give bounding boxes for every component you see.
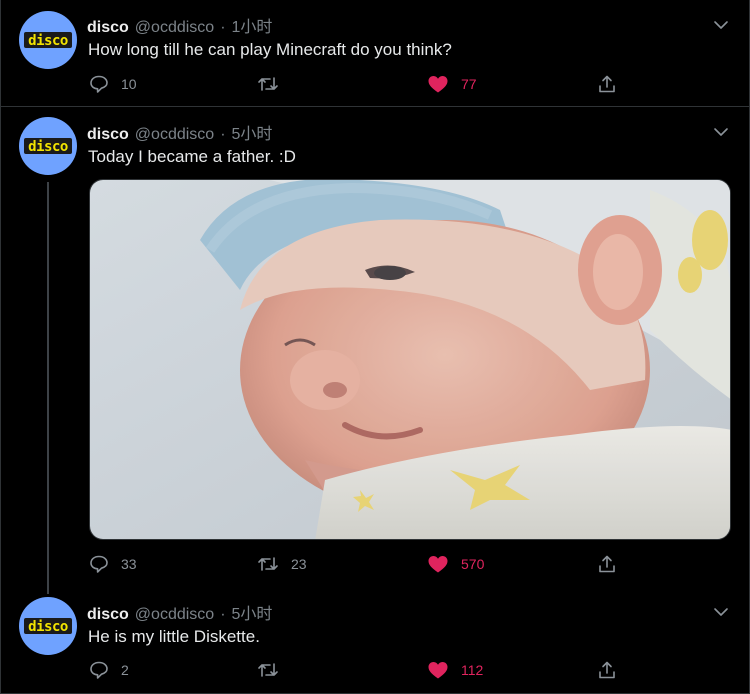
share-button[interactable]: [597, 659, 617, 681]
like-button[interactable]: 112: [427, 659, 483, 681]
share-icon: [599, 661, 615, 679]
like-button[interactable]: 77: [427, 73, 477, 95]
retweet-button[interactable]: [257, 659, 291, 681]
user-handle[interactable]: @ocddisco: [135, 606, 214, 624]
like-count: 570: [461, 556, 485, 572]
heart-icon: [428, 556, 448, 573]
tweet-text: Today I became a father. :D: [88, 147, 296, 166]
separator-dot: ·: [220, 19, 226, 36]
retweet-button[interactable]: [257, 73, 291, 95]
reply-button[interactable]: 33: [89, 553, 137, 575]
avatar-logo-text: disco: [28, 619, 68, 635]
avatar-logo-text: disco: [28, 33, 68, 49]
reply-count: 10: [121, 76, 137, 92]
heart-icon: [428, 662, 448, 679]
tweet-header: disco @ocddisco · 5小时: [87, 120, 273, 144]
timestamp[interactable]: 1小时: [232, 13, 273, 37]
newborn-baby-photo: [90, 180, 730, 539]
tweet-photo[interactable]: [89, 179, 731, 540]
like-button[interactable]: 570: [427, 553, 484, 575]
retweet-button[interactable]: 23: [257, 553, 307, 575]
timestamp[interactable]: 5小时: [232, 120, 273, 144]
disco-logo: disco: [24, 138, 72, 155]
avatar[interactable]: disco: [19, 597, 77, 655]
tweet-actions: 2 112: [87, 659, 627, 681]
separator-dot: ·: [220, 606, 226, 623]
avatar[interactable]: disco: [19, 11, 77, 69]
tweet-header: disco @ocddisco · 5小时: [87, 600, 273, 624]
thread-line: [47, 182, 49, 594]
retweet-count: 23: [291, 556, 307, 572]
reply-count: 33: [121, 556, 137, 572]
retweet-icon: [258, 557, 278, 571]
like-count: 112: [461, 662, 484, 678]
share-icon: [599, 75, 615, 93]
tweet-actions: 10 77: [87, 73, 627, 95]
tweet-2[interactable]: disco disco @ocddisco · 5小时 Today I beca…: [1, 107, 749, 594]
tweet-actions: 33 23 570: [87, 553, 627, 575]
heart-icon: [428, 76, 448, 93]
retweet-icon: [258, 77, 278, 91]
avatar-logo-text: disco: [28, 139, 68, 155]
share-button[interactable]: [597, 73, 617, 95]
reply-icon: [90, 75, 108, 93]
disco-logo: disco: [24, 618, 72, 635]
display-name[interactable]: disco: [87, 126, 129, 144]
tweet-text: He is my little Diskette.: [88, 627, 260, 646]
reply-button[interactable]: 2: [89, 659, 129, 681]
display-name[interactable]: disco: [87, 19, 129, 37]
user-handle[interactable]: @ocddisco: [135, 126, 214, 144]
share-button[interactable]: [597, 553, 617, 575]
reply-count: 2: [121, 662, 129, 678]
retweet-icon: [258, 663, 278, 677]
separator-dot: ·: [220, 126, 226, 143]
chevron-down-icon[interactable]: [713, 124, 729, 140]
chevron-down-icon[interactable]: [713, 604, 729, 620]
chevron-down-icon[interactable]: [713, 17, 729, 33]
reply-icon: [90, 555, 108, 573]
tweet-1[interactable]: disco disco @ocddisco · 1小时 How long til…: [1, 0, 749, 106]
share-icon: [599, 555, 615, 573]
display-name[interactable]: disco: [87, 606, 129, 624]
timestamp[interactable]: 5小时: [232, 600, 273, 624]
tweet-text: How long till he can play Minecraft do y…: [88, 40, 452, 59]
tweet-header: disco @ocddisco · 1小时: [87, 13, 273, 37]
tweet-3[interactable]: disco disco @ocddisco · 5小时 He is my lit…: [1, 587, 749, 693]
reply-icon: [90, 661, 108, 679]
like-count: 77: [461, 76, 477, 92]
user-handle[interactable]: @ocddisco: [135, 19, 214, 37]
disco-logo: disco: [24, 32, 72, 49]
reply-button[interactable]: 10: [89, 73, 137, 95]
avatar[interactable]: disco: [19, 117, 77, 175]
